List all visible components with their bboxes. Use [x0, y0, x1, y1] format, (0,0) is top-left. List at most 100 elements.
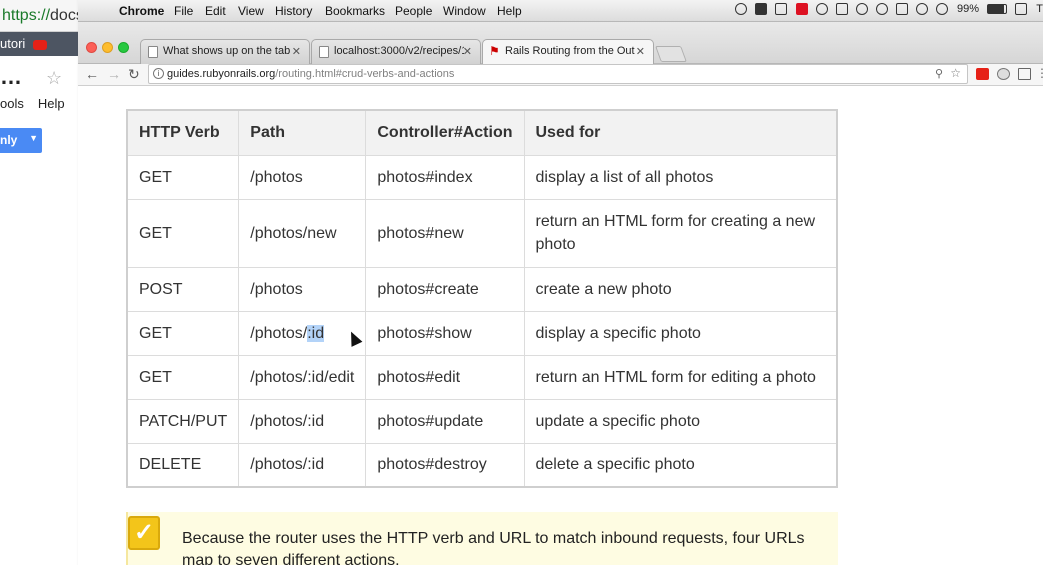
- tab-rails-routing[interactable]: ⚑ Rails Routing from the Outsid ✕: [482, 39, 654, 65]
- background-blue-button[interactable]: nly ▼: [0, 128, 42, 153]
- cell-action: photos#index: [365, 154, 525, 200]
- cell-used-for: update a specific photo: [523, 398, 838, 444]
- background-tab-label[interactable]: utori: [0, 36, 25, 51]
- menu-bookmarks[interactable]: Bookmarks: [325, 4, 385, 18]
- background-menu-help[interactable]: Help: [38, 96, 65, 111]
- status-tray: 99% T: [730, 3, 1043, 19]
- volume-icon[interactable]: [915, 3, 928, 16]
- cell-verb: GET: [126, 310, 240, 356]
- header-controller-action: Controller#Action: [365, 109, 525, 156]
- tab-what-shows-up[interactable]: What shows up on the tab in c ✕: [140, 39, 310, 64]
- cell-action: photos#destroy: [365, 442, 525, 488]
- cell-path: /photos: [238, 266, 367, 312]
- info-icon[interactable]: i: [153, 68, 164, 79]
- crud-routes-table: HTTP Verb Path Controller#Action Used fo…: [126, 109, 838, 488]
- red-app-icon[interactable]: [795, 3, 808, 16]
- zoom-window-button[interactable]: [118, 42, 129, 53]
- dropbox-icon[interactable]: [755, 3, 768, 16]
- cell-action: photos#new: [365, 198, 525, 268]
- url-host: guides.rubyonrails.org: [167, 68, 276, 80]
- clock[interactable]: T: [1036, 3, 1043, 15]
- page-content: HTTP Verb Path Controller#Action Used fo…: [78, 87, 1043, 565]
- menu-view[interactable]: View: [238, 4, 264, 18]
- table-row: GET /photos/new photos#new return an HTM…: [126, 198, 838, 268]
- menu-history[interactable]: History: [275, 4, 312, 18]
- lock-icon[interactable]: [735, 3, 748, 16]
- star-icon[interactable]: ☆: [46, 68, 62, 89]
- cell-used-for: return an HTML form for editing a photo: [523, 354, 838, 400]
- cell-verb: POST: [126, 266, 240, 312]
- cell-verb: GET: [126, 354, 240, 400]
- extension-globe-icon[interactable]: [997, 68, 1010, 80]
- url-path: /routing.html#crud-verbs-and-actions: [275, 68, 455, 80]
- page-icon: [148, 46, 158, 58]
- airplay-icon[interactable]: [895, 3, 908, 16]
- search-icon[interactable]: ⚲: [935, 67, 943, 80]
- forward-arrow-icon[interactable]: →: [107, 66, 121, 82]
- table-row: DELETE /photos/:id photos#destroy delete…: [126, 442, 838, 488]
- table-row: GET /photos photos#index display a list …: [126, 154, 838, 200]
- background-url-scheme: https://: [2, 7, 51, 24]
- menu-people[interactable]: People: [395, 4, 432, 18]
- battery-percent: 99%: [957, 3, 980, 16]
- menu-chrome[interactable]: Chrome: [119, 4, 164, 18]
- tab-label: Rails Routing from the Outsid: [505, 45, 635, 57]
- rails-icon: ⚑: [489, 44, 500, 58]
- back-arrow-icon[interactable]: ←: [85, 66, 99, 82]
- cell-used-for: create a new photo: [523, 266, 838, 312]
- cell-path: /photos/:id: [238, 398, 367, 444]
- selected-text[interactable]: :id: [307, 324, 325, 342]
- close-tab-icon[interactable]: ✕: [292, 45, 301, 58]
- background-menu-tools[interactable]: ools: [0, 96, 24, 111]
- menu-help[interactable]: Help: [497, 4, 522, 18]
- reload-icon[interactable]: ↻: [128, 66, 140, 83]
- tab-strip: What shows up on the tab in c ✕ localhos…: [78, 22, 1043, 65]
- page-icon: [319, 46, 329, 58]
- address-bar[interactable]: i guides.rubyonrails.org/routing.html#cr…: [148, 64, 968, 84]
- cell-path: /photos/:id/edit: [238, 354, 367, 400]
- cell-verb: PATCH/PUT: [126, 398, 240, 444]
- bookmark-star-icon[interactable]: ☆: [950, 66, 961, 80]
- browser-toolbar: ← → ↻ i guides.rubyonrails.org/routing.h…: [78, 64, 1043, 86]
- minimize-window-button[interactable]: [102, 42, 113, 53]
- caret-down-icon: ▼: [29, 133, 38, 143]
- new-tab-button[interactable]: [655, 46, 687, 62]
- mac-menu-bar: Chrome File Edit View History Bookmarks …: [78, 0, 1043, 22]
- cell-action: photos#edit: [365, 354, 525, 400]
- note-text: Because the router uses the HTTP verb an…: [182, 530, 805, 565]
- battery-icon[interactable]: [987, 4, 1008, 15]
- cell-used-for: display a list of all photos: [523, 154, 838, 200]
- menu-file[interactable]: File: [174, 4, 193, 18]
- display-icon[interactable]: [1015, 3, 1028, 16]
- chrome-menu-icon[interactable]: ⋮: [1036, 66, 1043, 80]
- close-tab-icon[interactable]: ✕: [463, 45, 472, 58]
- time-machine-icon[interactable]: [875, 3, 888, 16]
- table-row: PATCH/PUT /photos/:id photos#update upda…: [126, 398, 838, 444]
- record-icon[interactable]: [855, 3, 868, 16]
- header-http-verb: HTTP Verb: [126, 109, 240, 156]
- note-icon: ✓: [128, 516, 160, 550]
- tab-label: localhost:3000/v2/recipes/10: [334, 45, 464, 57]
- cell-verb: DELETE: [126, 442, 240, 488]
- table-row: GET /photos/:id/edit photos#edit return …: [126, 354, 838, 400]
- menu-edit[interactable]: Edit: [205, 4, 226, 18]
- cell-verb: GET: [126, 154, 240, 200]
- cell-action: photos#update: [365, 398, 525, 444]
- glasses-icon[interactable]: [815, 3, 828, 16]
- youtube-icon[interactable]: [33, 39, 48, 50]
- chrome-window: Chrome File Edit View History Bookmarks …: [78, 0, 1043, 565]
- cast-icon[interactable]: [1018, 68, 1031, 80]
- cell-action: photos#create: [365, 266, 525, 312]
- close-window-button[interactable]: [86, 42, 97, 53]
- wifi-icon[interactable]: [935, 3, 948, 16]
- close-tab-icon[interactable]: ✕: [636, 45, 645, 58]
- tab-localhost[interactable]: localhost:3000/v2/recipes/10 ✕: [311, 39, 481, 64]
- menu-window[interactable]: Window: [443, 4, 486, 18]
- background-button-label: nly: [0, 133, 18, 147]
- window-icon[interactable]: [835, 3, 848, 16]
- table-header-row: HTTP Verb Path Controller#Action Used fo…: [126, 109, 838, 156]
- cell-path: /photos: [238, 154, 367, 200]
- evernote-icon[interactable]: [775, 3, 788, 16]
- youtube-extension-icon[interactable]: [976, 68, 989, 80]
- info-note: ✓ Because the router uses the HTTP verb …: [126, 512, 838, 565]
